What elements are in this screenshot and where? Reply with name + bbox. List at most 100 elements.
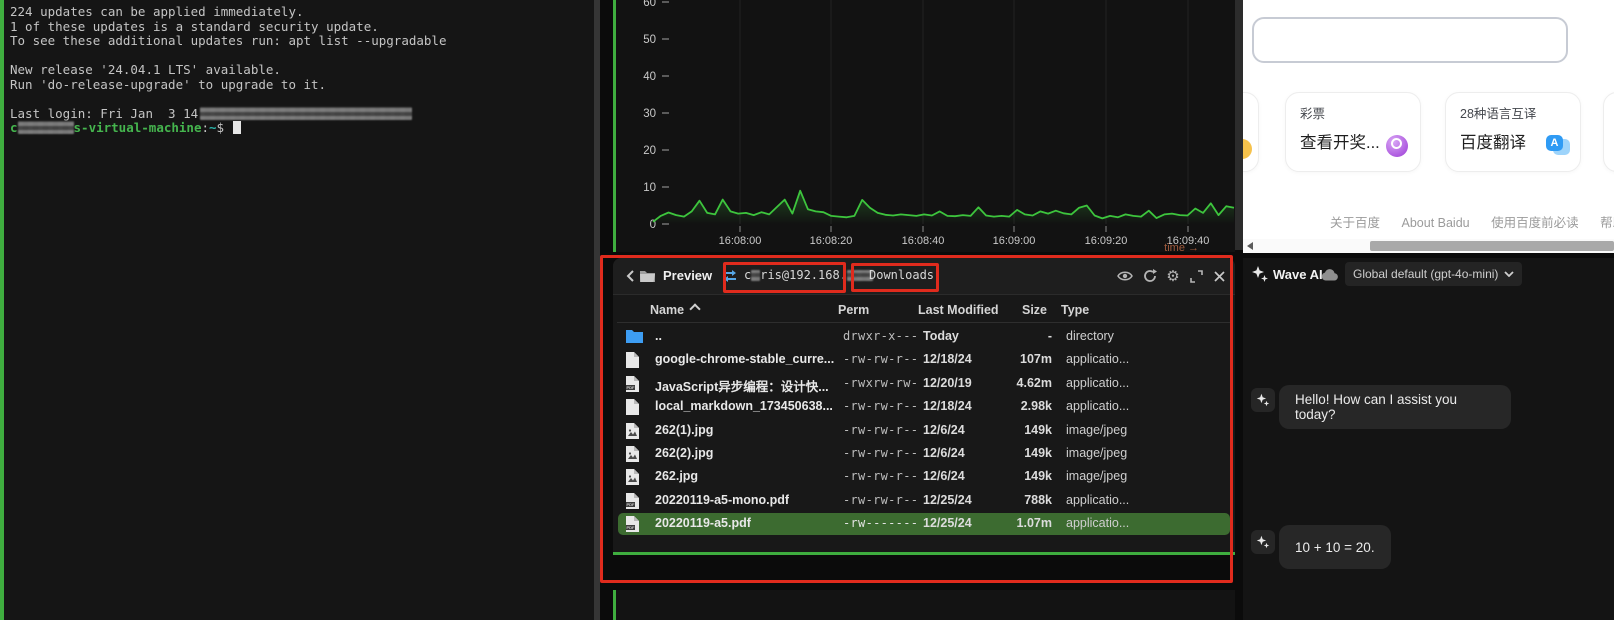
sparkles-icon	[1251, 265, 1269, 283]
file-perm: -rw-rw-r--	[843, 423, 918, 437]
file-type: applicatio...	[1066, 493, 1129, 507]
baidu-card-translate[interactable]: 28种语言互译 百度翻译 A	[1445, 92, 1581, 172]
divider	[617, 322, 1231, 323]
cloud-icon	[1321, 269, 1339, 281]
file-name: google-chrome-stable_curre...	[655, 352, 834, 366]
file-size: 107m	[998, 352, 1052, 366]
file-modified: 12/6/24	[923, 423, 965, 437]
footer-link[interactable]: 关于百度	[1330, 216, 1380, 230]
horizontal-scrollbar[interactable]	[1243, 239, 1614, 253]
file-row[interactable]: 262(1).jpg-rw-rw-r--12/6/24149kimage/jpe…	[618, 420, 1230, 442]
connection-field[interactable]: cris@192.168.	[744, 268, 873, 282]
file-name: 20220119-a5-mono.pdf	[655, 493, 789, 507]
file-name: ..	[655, 329, 662, 343]
file-row[interactable]: PDFJavaScript异步编程：设计快...-rwxrw-rw-12/20/…	[618, 373, 1230, 395]
file-row[interactable]: 262.jpg-rw-rw-r--12/6/24149kimage/jpeg	[618, 466, 1230, 488]
view-eye-button[interactable]	[1116, 267, 1134, 285]
file-row[interactable]: ..drwxr-x---Today-directory	[618, 326, 1230, 348]
column-header-size[interactable]: Size	[993, 303, 1047, 317]
x-tick-label: 16:08:20	[810, 235, 853, 247]
baidu-footer-links: 关于百度 About Baidu 使用百度前必读 帮助中心	[1243, 212, 1614, 231]
terminal-line: To see these additional updates run: apt…	[10, 34, 606, 49]
doc-file-icon	[626, 352, 643, 368]
sysinfo-chart-block: 16:08:0016:08:2016:08:4016:09:0016:09:20…	[613, 0, 1235, 252]
terminal-line: New release '24.04.1 LTS' available.	[10, 63, 606, 78]
file-perm: drwxr-x---	[843, 329, 918, 343]
footer-link[interactable]: 帮助中心	[1600, 216, 1614, 230]
wave-ai-title: Wave AI	[1273, 267, 1323, 282]
file-perm: -rwxrw-rw-	[843, 376, 918, 390]
close-button[interactable]	[1210, 267, 1228, 285]
redaction-blur	[200, 107, 412, 120]
chevron-down-icon	[1504, 271, 1514, 277]
pdf-file-icon: PDF	[626, 376, 643, 392]
model-selector-dropdown[interactable]: Global default (gpt-4o-mini)	[1345, 262, 1522, 286]
baidu-card-partial-left[interactable]	[1243, 92, 1259, 172]
directory-field[interactable]: Downloads	[869, 268, 934, 282]
wave-ai-panel: Wave AI Global default (gpt-4o-mini) Hel…	[1243, 258, 1614, 620]
file-perm: -rw-rw-r--	[843, 446, 918, 460]
file-type: applicatio...	[1066, 516, 1129, 530]
expand-button[interactable]	[1187, 267, 1205, 285]
column-header-name[interactable]: Name	[650, 303, 699, 317]
y-tick-label: 30	[643, 108, 656, 120]
baidu-card-partial-right[interactable]	[1603, 92, 1614, 172]
ai-avatar	[1251, 530, 1275, 554]
footer-link[interactable]: 使用百度前必读	[1491, 216, 1579, 230]
column-header-type[interactable]: Type	[1061, 303, 1089, 317]
file-modified: 12/18/24	[923, 399, 972, 413]
file-size: 2.98k	[998, 399, 1052, 413]
file-table-header: Name Perm Last Modified Size Type	[613, 300, 1235, 322]
sync-connection-icon[interactable]	[721, 267, 739, 285]
folder-icon	[639, 267, 657, 285]
terminal-line: 224 updates can be applied immediately.	[10, 5, 606, 20]
settings-gear-button[interactable]: ⚙	[1164, 267, 1182, 285]
back-button[interactable]	[621, 267, 639, 285]
file-name: 262.jpg	[655, 469, 698, 483]
file-type: image/jpeg	[1066, 446, 1127, 460]
file-size: 1.07m	[998, 516, 1052, 530]
file-row[interactable]: 262(2).jpg -rw-rw-r-- 12/6/24 149k image/jpe…	[618, 443, 1230, 465]
card-title: 28种语言互译	[1460, 103, 1536, 122]
baidu-search-input[interactable]	[1252, 17, 1568, 63]
terminal-block[interactable]: 224 updates can be applied immediately. …	[0, 0, 600, 620]
card-subtitle: 百度翻译	[1460, 129, 1526, 153]
terminal-prompt-line: cs-virtual-machine:~$	[10, 121, 606, 136]
file-perm: -rw-rw-r--	[843, 352, 918, 366]
file-modified: 12/25/24	[923, 516, 972, 530]
x-tick-label: 16:09:20	[1085, 235, 1128, 247]
column-header-perm[interactable]: Perm	[838, 303, 869, 317]
file-preview-block: Preview cris@192.168. Downloads ⚙ Name P…	[613, 258, 1235, 552]
y-tick-label: 20	[643, 145, 656, 157]
column-header-modified[interactable]: Last Modified	[918, 303, 999, 317]
yellow-circle-icon	[1243, 139, 1252, 159]
column-gap	[600, 0, 613, 620]
file-size: 149k	[998, 469, 1052, 483]
scrollbar-thumb[interactable]	[1370, 241, 1614, 251]
y-tick-label: 40	[643, 71, 656, 83]
terminal-line: 1 of these updates is a standard securit…	[10, 20, 606, 35]
file-perm: -rw-rw-r--	[843, 399, 918, 413]
svg-text:PDF: PDF	[627, 502, 636, 507]
file-row[interactable]: local_markdown_173450638...-rw-rw-r--12/…	[618, 396, 1230, 418]
baidu-card-lottery[interactable]: 彩票 查看开奖...	[1285, 92, 1421, 172]
refresh-button[interactable]	[1141, 267, 1159, 285]
file-size: 149k	[998, 446, 1052, 460]
file-type: applicatio...	[1066, 352, 1129, 366]
bottom-block-edge	[613, 590, 1235, 620]
preview-title[interactable]: Preview	[663, 268, 712, 283]
scroll-left-arrow-icon[interactable]	[1247, 242, 1253, 250]
file-name: 262(2).jpg	[655, 446, 713, 460]
footer-link[interactable]: About Baidu	[1402, 216, 1470, 230]
file-row[interactable]: PDF20220119-a5.pdf-rw-------12/25/241.07…	[618, 513, 1230, 535]
pdf-file-icon: PDF	[626, 516, 643, 532]
file-row[interactable]: google-chrome-stable_curre... -rw-rw-r-- 1…	[618, 349, 1230, 371]
file-type: applicatio...	[1066, 376, 1129, 390]
svg-text:PDF: PDF	[627, 385, 636, 390]
file-modified: 12/6/24	[923, 446, 965, 460]
chart-scrollbar[interactable]	[1235, 0, 1243, 250]
doc-file-icon	[626, 399, 643, 415]
x-axis-label: time →	[1164, 242, 1199, 252]
file-row[interactable]: PDF20220119-a5-mono.pdf-rw-rw-r--12/25/2…	[618, 490, 1230, 512]
file-modified: 12/18/24	[923, 352, 972, 366]
